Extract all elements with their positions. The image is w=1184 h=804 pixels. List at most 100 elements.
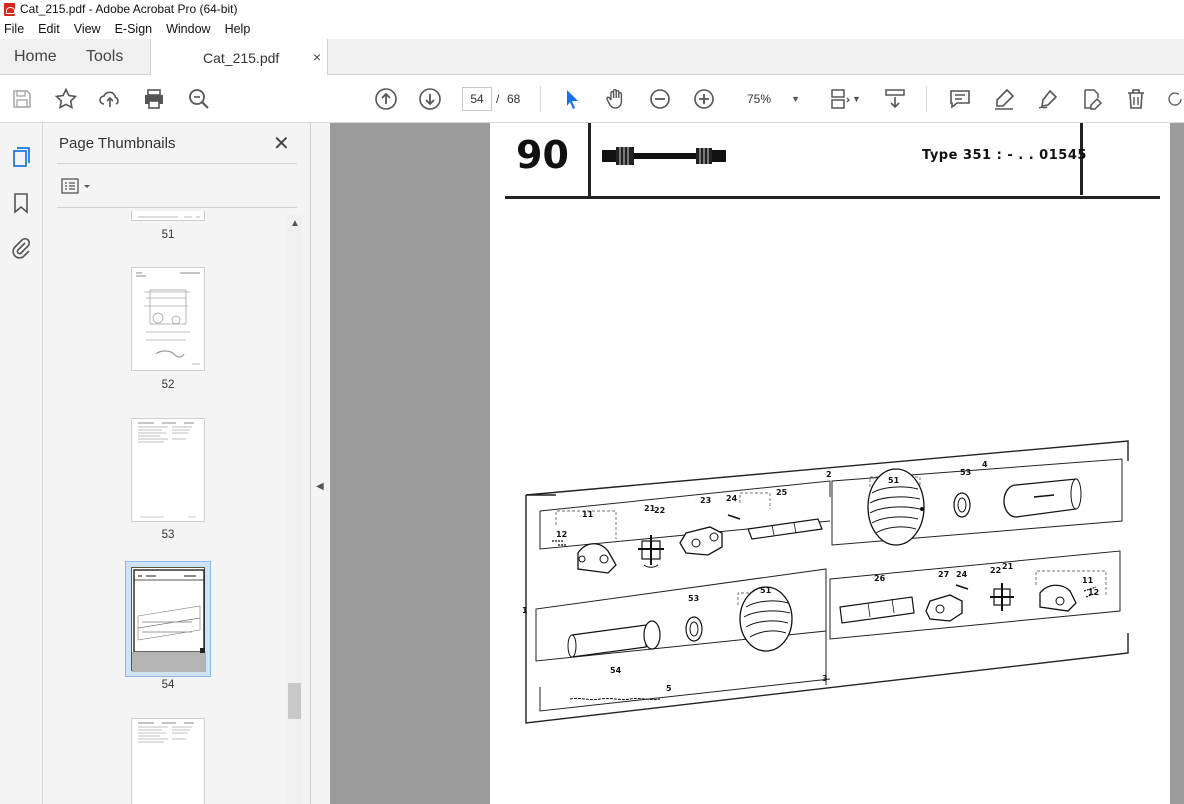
divider <box>57 163 297 164</box>
cross-part-2 <box>990 583 1014 611</box>
part-label: 5 <box>666 684 672 693</box>
sign-icon[interactable] <box>1036 87 1060 111</box>
comment-icon[interactable] <box>948 87 972 111</box>
total-pages: 68 <box>507 92 521 106</box>
menu-window[interactable]: Window <box>166 22 210 36</box>
part-label: 51 <box>760 586 772 595</box>
page-thumbnail[interactable] <box>131 418 205 522</box>
thumbnail-label: 54 <box>161 679 175 691</box>
tab-document-label: Cat_215.pdf <box>203 50 280 66</box>
tab-bar: Home Tools Cat_215.pdf × <box>0 39 1184 76</box>
toolbar-divider <box>540 86 541 112</box>
page-thumbnail-current[interactable] <box>131 567 206 672</box>
tab-document[interactable]: Cat_215.pdf × <box>150 39 328 76</box>
zoom-search-icon[interactable] <box>187 87 211 111</box>
part-label: 4 <box>982 460 988 469</box>
bookmark-star-icon[interactable] <box>54 87 78 111</box>
scrollbar-thumb[interactable] <box>288 683 301 719</box>
tab-home[interactable]: Home <box>14 48 57 66</box>
exploded-parts-diagram: 1 2 3 4 5 11 11 12 12 21 21 22 22 23 24 … <box>522 440 1129 724</box>
zoom-select[interactable]: 75% ▼ <box>738 87 804 111</box>
part-label: 25 <box>776 488 788 497</box>
print-icon[interactable] <box>142 87 166 111</box>
menu-esign[interactable]: E-Sign <box>115 22 153 36</box>
scroll-up-arrow[interactable]: ▲ <box>290 218 300 229</box>
menu-help[interactable]: Help <box>225 22 251 36</box>
attachments-icon[interactable] <box>9 236 33 260</box>
menu-file[interactable]: File <box>4 22 24 36</box>
acrobat-pdf-icon <box>4 2 15 16</box>
part-label: 23 <box>700 496 711 505</box>
part-label: 21 <box>1002 562 1014 571</box>
rotate-icon[interactable] <box>1166 87 1184 111</box>
highlight-icon[interactable] <box>992 87 1016 111</box>
yoke-part <box>552 540 617 574</box>
bearing-ring-part-2 <box>685 616 703 642</box>
outer-tube-part <box>567 620 661 658</box>
part-label: 51 <box>888 476 900 485</box>
thumbnail-options-button[interactable] <box>61 178 95 196</box>
part-label: 12 <box>1088 588 1099 597</box>
page-thumbnails-panel: Page Thumbnails ✕ 51 52 53 54 ▲ <box>43 123 311 804</box>
part-label: 22 <box>654 506 665 515</box>
document-view[interactable]: 90 Type 351 : - . . 01545 1 2 3 4 5 11 1… <box>330 123 1184 804</box>
tab-close-button[interactable]: × <box>313 49 321 65</box>
panel-close-button[interactable]: ✕ <box>273 131 290 156</box>
panel-title: Page Thumbnails <box>59 135 176 152</box>
page-down-icon[interactable] <box>418 87 442 111</box>
chevron-left-icon: ◀ <box>316 481 324 492</box>
page-thumbnail[interactable] <box>131 211 205 221</box>
inner-yoke-part <box>679 526 723 556</box>
zoom-in-icon[interactable] <box>692 87 716 111</box>
page-edge <box>1170 123 1184 804</box>
guard-cone-part-2 <box>739 586 793 652</box>
part-label: 26 <box>874 574 886 583</box>
page-up-icon[interactable] <box>374 87 398 111</box>
inner-tube-part-2 <box>839 596 915 624</box>
page-section-number: 90 <box>516 133 569 177</box>
part-label: 11 <box>582 510 594 519</box>
thumbnail-label: 51 <box>161 229 175 241</box>
page-thumbnails-icon[interactable] <box>9 145 33 169</box>
cross-part <box>638 535 664 568</box>
hand-icon[interactable] <box>604 87 628 111</box>
pto-shaft-illustration <box>602 147 726 165</box>
window-title: Cat_215.pdf - Adobe Acrobat Pro (64-bit) <box>20 2 238 16</box>
part-label: 1 <box>522 606 528 615</box>
edit-pdf-icon[interactable] <box>1080 87 1104 111</box>
part-label: 3 <box>822 674 828 683</box>
part-label: 54 <box>610 666 622 675</box>
menu-bar: File Edit View E-Sign Window Help <box>0 18 1184 39</box>
page-thumbnail[interactable] <box>131 718 205 804</box>
outer-guard-tube-part <box>1003 478 1082 518</box>
part-label: 22 <box>990 566 1001 575</box>
frame-line <box>505 196 1160 199</box>
upload-icon[interactable] <box>98 87 122 111</box>
tab-tools[interactable]: Tools <box>86 48 123 66</box>
chevron-down-icon[interactable]: ▼ <box>852 94 861 104</box>
panel-collapse-handle[interactable]: ◀ <box>311 123 330 804</box>
inner-yoke-part-2 <box>925 594 963 622</box>
delete-icon[interactable] <box>1124 87 1148 111</box>
part-label: 12 <box>556 530 567 539</box>
zoom-value: 75% <box>747 92 772 106</box>
navigation-rail <box>0 123 43 804</box>
toolbar-divider <box>926 86 927 112</box>
menu-view[interactable]: View <box>74 22 101 36</box>
zoom-out-icon[interactable] <box>648 87 672 111</box>
select-pointer-icon[interactable] <box>560 87 584 111</box>
page-number-input[interactable]: 54 <box>462 87 492 111</box>
fit-page-icon[interactable] <box>828 87 852 111</box>
thumbnail-label: 53 <box>161 529 175 541</box>
save-icon[interactable] <box>10 87 34 111</box>
frame-line <box>588 123 591 197</box>
inner-tube-part <box>747 518 823 540</box>
bookmarks-icon[interactable] <box>9 191 33 215</box>
page-separator: / <box>496 92 500 106</box>
scroll-mode-icon[interactable] <box>883 87 907 111</box>
page-thumbnail[interactable] <box>131 267 205 371</box>
type-label: Type 351 : - . . 01545 <box>922 148 1087 163</box>
part-label: 27 <box>938 570 949 579</box>
part-label: 2 <box>826 470 832 479</box>
menu-edit[interactable]: Edit <box>38 22 60 36</box>
